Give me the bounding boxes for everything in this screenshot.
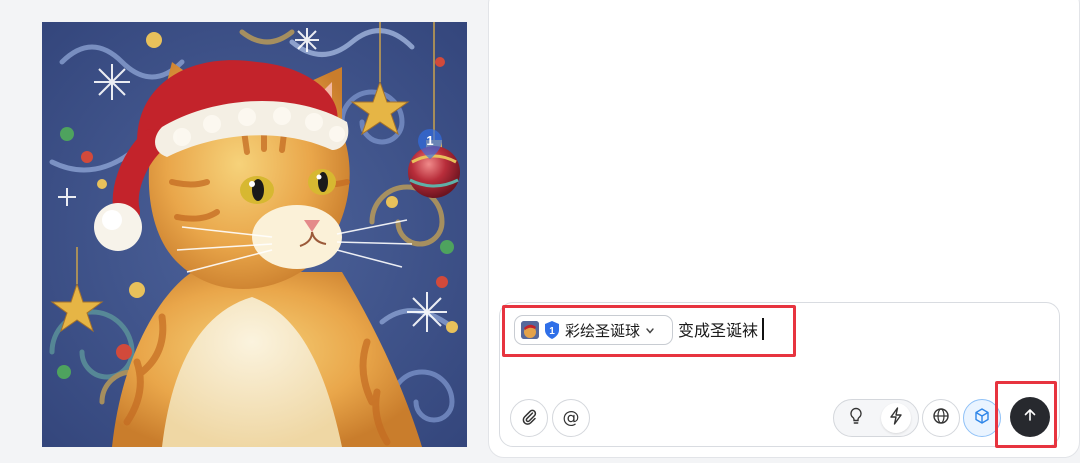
svg-text:1: 1 [426,133,433,148]
chevron-down-icon[interactable] [646,324,654,337]
mode-toggle[interactable] [833,399,919,437]
think-mode-option[interactable] [841,403,871,433]
reference-chip-label: 彩绘圣诞球 [565,321,641,340]
arrow-up-icon [1022,407,1038,427]
reference-chip[interactable]: 1 彩绘圣诞球 [514,315,673,345]
generated-image[interactable]: 1 [42,22,467,447]
send-button[interactable] [1010,397,1050,437]
prompt-input[interactable]: 变成圣诞袜 [678,317,764,341]
lightning-icon [889,407,903,429]
fast-mode-option[interactable] [881,403,911,433]
web-search-button[interactable] [922,399,960,437]
prompt-input-text: 变成圣诞袜 [678,321,759,340]
cube-icon [973,407,991,429]
paperclip-icon [520,407,538,429]
svg-text:1: 1 [549,326,555,337]
lightbulb-icon [848,407,864,429]
attach-button[interactable] [510,399,548,437]
at-sign-icon: @ [562,408,580,428]
text-caret [762,318,764,340]
reference-thumbnail [521,321,539,339]
3d-mode-button[interactable] [963,399,1001,437]
marker-badge-icon: 1 [544,321,560,339]
globe-icon [932,407,950,429]
mention-button[interactable]: @ [552,399,590,437]
